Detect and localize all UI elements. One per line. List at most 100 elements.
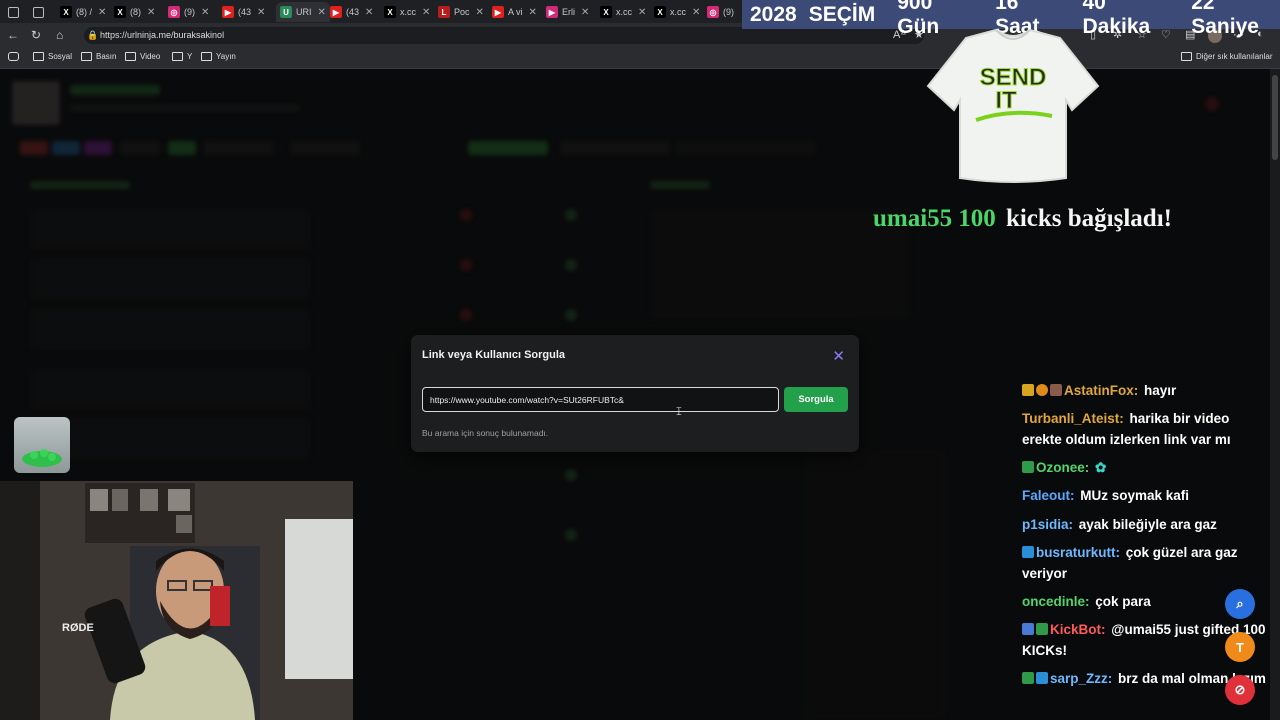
other-bookmarks[interactable]: Diğer sık kullanılanlar (1181, 52, 1272, 61)
refresh-icon[interactable]: ↻ (31, 28, 41, 42)
url-input[interactable]: 🔒 https://urlninja.me/buraksakinol (84, 27, 924, 44)
chat-message: busraturkutt: çok güzel ara gaz veriyor (1022, 542, 1270, 584)
folder-icon (125, 52, 136, 61)
close-icon[interactable]: ✕ (692, 7, 700, 18)
bookmark-folder-y[interactable]: Y (172, 52, 192, 61)
chat-username: Turbanli_Ateist: (1022, 411, 1124, 426)
close-icon[interactable]: ✕ (422, 7, 430, 18)
bookmark-folder-yayin[interactable]: Yayın (201, 52, 236, 61)
tab-11[interactable]: Xx.cc ✕ (600, 2, 646, 22)
folder-icon (201, 52, 212, 61)
tab-1[interactable]: X (8) / ✕ (60, 2, 106, 22)
block-icon[interactable]: ⊘ (1225, 675, 1255, 705)
countdown-banner: 2028 SEÇİM 900 Gün 16 Saat 40 Dakika 22 … (742, 0, 1280, 38)
tab-actions-icon[interactable] (33, 2, 44, 22)
page-scrollbar[interactable] (1270, 69, 1280, 720)
tab-8[interactable]: L Poc ✕ (438, 2, 484, 22)
chat-username: sarp_Zzz: (1050, 671, 1113, 686)
emote-icon: ✿ (1095, 460, 1107, 475)
x-icon: X (654, 6, 666, 18)
timer-seconds: 22 Saniye (1191, 0, 1259, 38)
stream-cup-image (14, 417, 70, 473)
tab-5-active[interactable]: U URI ✕ (276, 2, 330, 22)
chat-message: AstatinFox: hayır (1022, 380, 1270, 401)
tab-3[interactable]: ◎ (9) ✕ (168, 2, 209, 22)
tab-9[interactable]: ▶ A vi ✕ (492, 2, 537, 22)
chat-message: p1sidia: ayak bileğiyle ara gaz (1022, 514, 1270, 535)
shirt-text-line2: IT (995, 87, 1017, 114)
gift-badge-icon (1022, 546, 1034, 558)
close-icon[interactable]: ✕ (201, 7, 209, 18)
instagram-icon: ◎ (707, 6, 719, 18)
chat-username: Ozonee: (1036, 460, 1090, 475)
search-icon[interactable]: ⌕ (1225, 589, 1255, 619)
query-input[interactable] (422, 387, 779, 412)
workspaces-icon[interactable] (8, 2, 19, 22)
query-modal: Link veya Kullanıcı Sorgula ✕ Sorgula Bu… (411, 335, 859, 452)
no-results-message: Bu arama için sonuç bulunamadı. (422, 428, 549, 438)
tab-10[interactable]: ▶ Erli ✕ (546, 2, 589, 22)
donation-text: kicks bağışladı! (1005, 205, 1172, 232)
translate-icon[interactable]: T (1225, 632, 1255, 662)
bookmarks-menu-icon[interactable] (8, 52, 19, 61)
folder-icon (172, 52, 183, 61)
rank-badge-icon (1036, 384, 1048, 396)
youtube-icon: ▶ (492, 6, 504, 18)
youtube-icon: ▶ (222, 6, 234, 18)
query-button[interactable]: Sorgula (784, 387, 848, 412)
folder-icon (1181, 52, 1192, 61)
mic-brand-label: RØDE (62, 622, 94, 634)
close-icon[interactable]: ✕ (365, 7, 373, 18)
chat-username: AstatinFox: (1064, 383, 1139, 398)
home-icon[interactable]: ⌂ (56, 28, 63, 42)
x-icon: X (114, 6, 126, 18)
close-icon[interactable]: ✕ (529, 7, 537, 18)
timer-year: 2028 (750, 2, 797, 26)
chat-username: p1sidia: (1022, 517, 1074, 532)
chat-username: busraturkutt: (1036, 545, 1120, 560)
x-icon: X (600, 6, 612, 18)
tab-7[interactable]: Xx.cc ✕ (384, 2, 430, 22)
modal-title: Link veya Kullanıcı Sorgula (422, 349, 566, 361)
close-icon[interactable]: ✕ (581, 7, 589, 18)
tab-12[interactable]: Xx.cc ✕ (654, 2, 700, 22)
webcam-feed: RØDE (0, 481, 353, 720)
bookmark-folder-sosyal[interactable]: Sosyal (33, 52, 72, 61)
tab-4[interactable]: ▶ (43 ✕ (222, 2, 265, 22)
close-icon[interactable]: ✕ (318, 7, 326, 18)
lock-icon: 🔒 (87, 30, 99, 40)
chat-username: KickBot: (1050, 622, 1106, 637)
folder-icon (81, 52, 92, 61)
moderator-badge-icon (1022, 623, 1034, 635)
urlninja-icon: U (280, 6, 292, 18)
subscriber-badge-icon (1022, 461, 1034, 473)
donation-amount: 100 (958, 205, 996, 232)
close-icon[interactable]: ✕ (638, 7, 646, 18)
x-icon: X (60, 6, 72, 18)
close-icon[interactable]: ✕ (147, 7, 155, 18)
tab-6[interactable]: ▶ (43 ✕ (330, 2, 373, 22)
bookmark-folder-video[interactable]: Video (125, 52, 160, 61)
close-icon[interactable]: ✕ (98, 7, 106, 18)
donation-alert: umai55 100 kicks bağışladı! (873, 205, 1172, 233)
avatar-badge-icon (1050, 384, 1062, 396)
back-icon[interactable]: ← (7, 28, 19, 42)
chat-text: hayır (1144, 383, 1177, 398)
x-icon: X (384, 6, 396, 18)
tab-13[interactable]: ◎ (9) (707, 2, 734, 22)
close-icon[interactable]: ✕ (257, 7, 265, 18)
chat-message: Turbanli_Ateist: harika bir video erekte… (1022, 408, 1270, 450)
page-scrollbar-thumb[interactable] (1272, 75, 1278, 160)
close-icon[interactable]: ✕ (476, 7, 484, 18)
chat-text: çok para (1095, 594, 1151, 609)
pocket-icon: L (438, 6, 450, 18)
bot-badge-icon (1036, 623, 1048, 635)
chat-text: MUz soymak kafi (1080, 488, 1190, 503)
subscriber-badge-icon (1022, 672, 1034, 684)
bookmark-folder-basin[interactable]: Basın (81, 52, 116, 61)
folder-icon (33, 52, 44, 61)
crown-badge-icon (1022, 384, 1034, 396)
close-icon[interactable]: ✕ (832, 347, 845, 365)
tab-2[interactable]: X (8) ✕ (114, 2, 155, 22)
video-icon: ▶ (546, 6, 558, 18)
